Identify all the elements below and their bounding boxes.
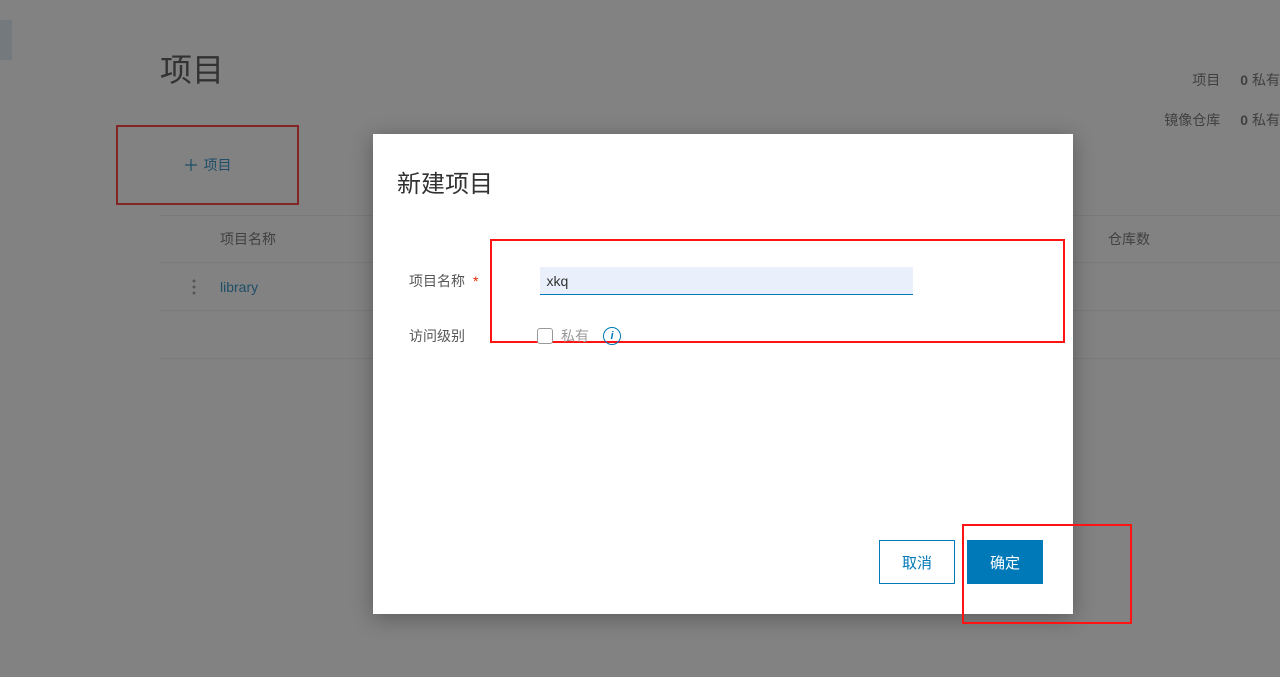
project-name-input[interactable] bbox=[540, 267, 913, 295]
confirm-highlight bbox=[962, 524, 1132, 624]
form-row-access-level: 访问级别 私有 i bbox=[409, 326, 621, 346]
name-label: 项目名称 bbox=[409, 271, 469, 291]
cancel-button[interactable]: 取消 bbox=[879, 540, 955, 584]
modal-title: 新建项目 bbox=[397, 164, 493, 199]
form-row-name: 项目名称 * bbox=[409, 267, 913, 295]
private-checkbox[interactable] bbox=[537, 328, 553, 344]
required-indicator: * bbox=[473, 273, 478, 289]
info-icon[interactable]: i bbox=[603, 327, 621, 345]
private-checkbox-wrap: 私有 i bbox=[537, 326, 621, 346]
private-label: 私有 bbox=[561, 326, 589, 346]
level-label: 访问级别 bbox=[409, 326, 469, 346]
